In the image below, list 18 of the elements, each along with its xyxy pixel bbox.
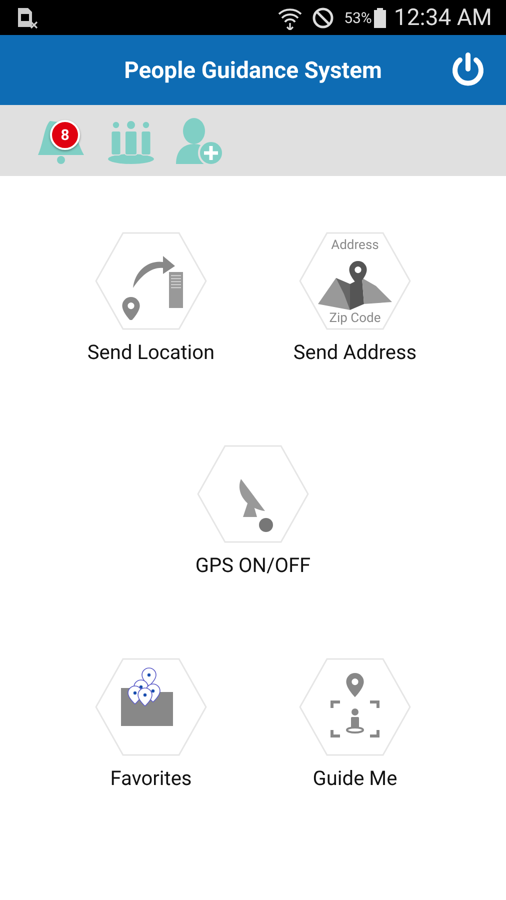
battery-icon <box>374 8 386 28</box>
battery-percent: 53% <box>344 8 372 26</box>
app-title: People Guidance System <box>124 56 382 84</box>
pin-person-target-icon <box>330 672 380 740</box>
power-icon[interactable] <box>450 52 486 88</box>
blocked-icon <box>312 6 334 28</box>
tile-label[interactable]: Send Location <box>87 340 215 364</box>
tile-label[interactable]: Favorites <box>110 766 192 790</box>
wifi-icon <box>278 6 302 30</box>
tile-label[interactable]: Send Address <box>293 340 417 364</box>
tile-label[interactable]: Guide Me <box>312 766 398 790</box>
tile-label[interactable]: GPS ON/OFF <box>195 553 311 577</box>
hex-caption: Zip Code <box>328 311 382 326</box>
folded-map-icon <box>318 258 392 310</box>
clock-time: 12:34 AM <box>394 4 492 31</box>
sim-card-icon <box>16 6 38 28</box>
hex-caption: Address <box>330 238 380 253</box>
add-user-icon[interactable] <box>174 116 224 166</box>
